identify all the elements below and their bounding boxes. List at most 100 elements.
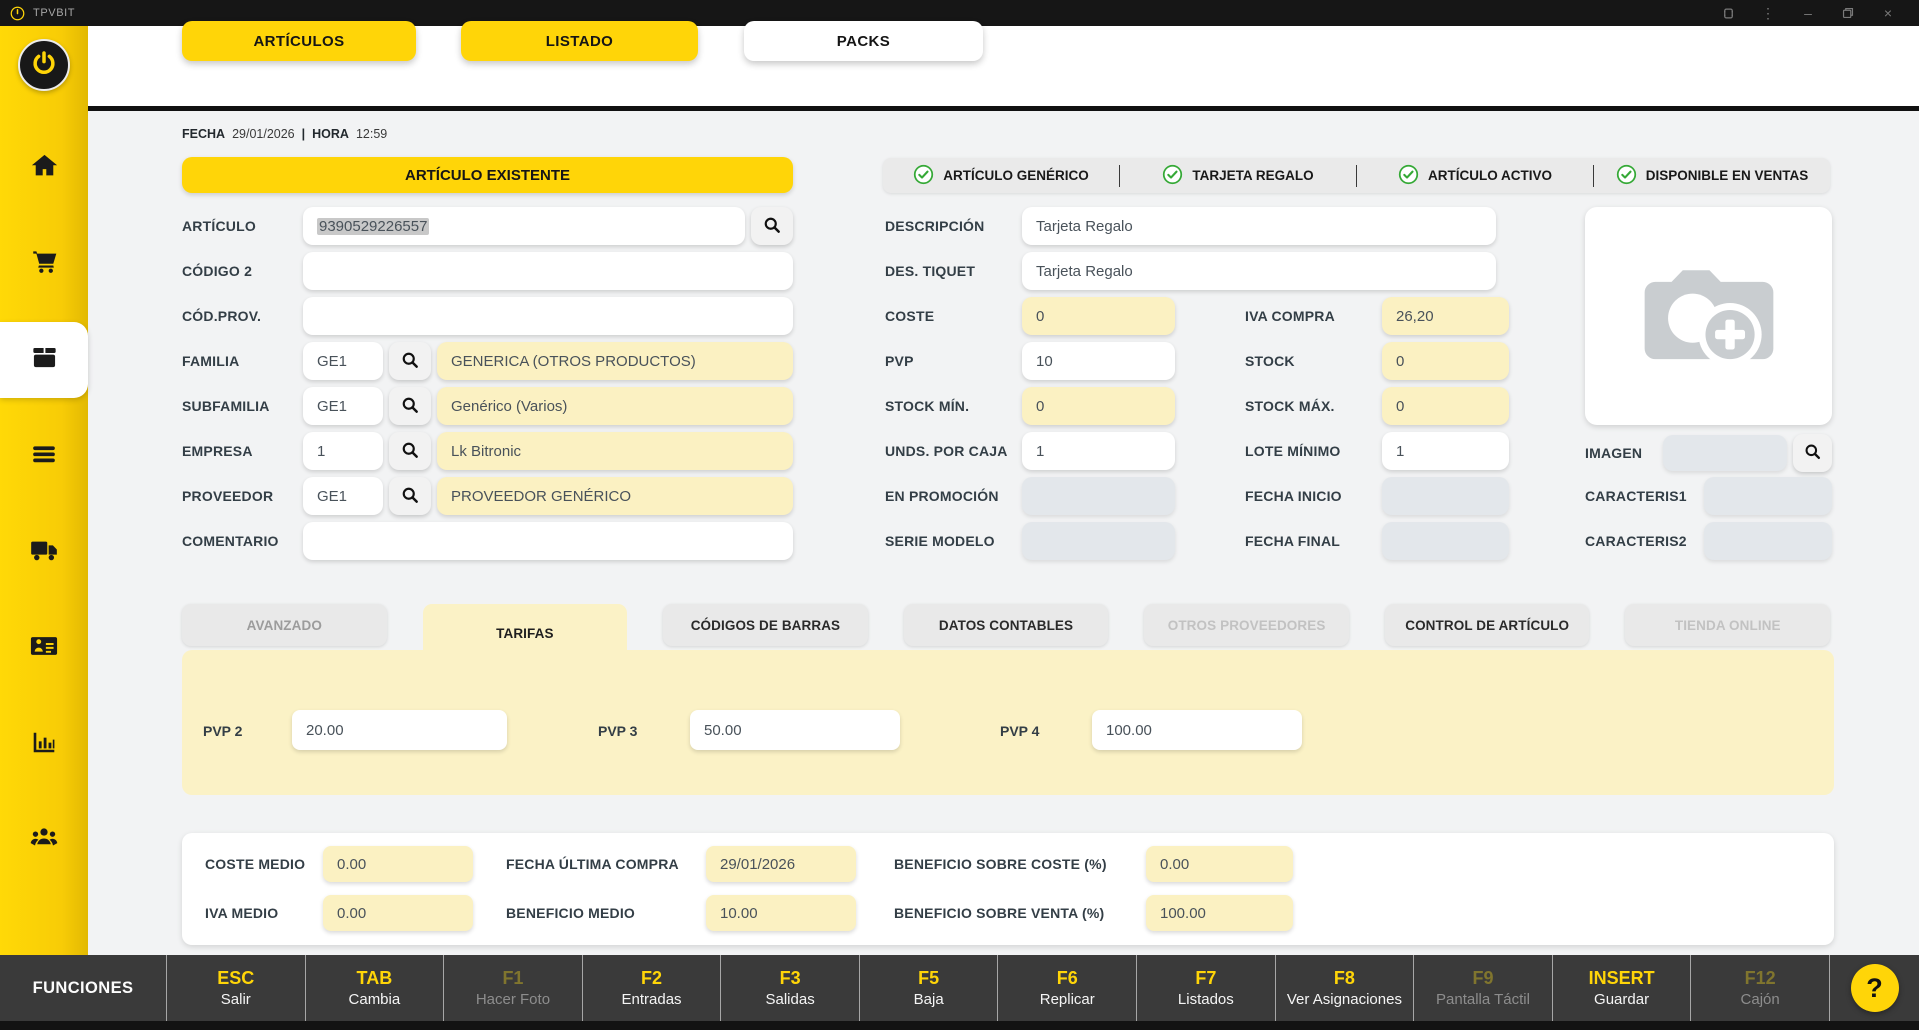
- articulo-input[interactable]: 9390529226557: [303, 207, 745, 245]
- hora-label: HORA: [312, 127, 349, 141]
- flag-tarjeta-regalo[interactable]: TARJETA REGALO: [1120, 164, 1356, 188]
- fn-esc-salir[interactable]: ESC Salir: [166, 955, 305, 1021]
- unds-lote-row: UNDS. POR CAJA LOTE MÍNIMO: [885, 432, 1509, 470]
- comentario-input[interactable]: [303, 522, 793, 560]
- subfamilia-desc-field[interactable]: [437, 387, 793, 425]
- beneficio-medio-input[interactable]: [706, 895, 856, 931]
- fn-tab-cambia[interactable]: TAB Cambia: [304, 955, 444, 1021]
- empresa-desc-field[interactable]: [437, 432, 793, 470]
- beneficio-sobre-coste-label: BENEFICIO SOBRE COSTE (%): [894, 856, 1107, 872]
- fn-f12-cajon[interactable]: F12 Cajón: [1690, 955, 1830, 1021]
- fn-f2-entradas[interactable]: F2 Entradas: [581, 955, 721, 1021]
- proveedor-code-input[interactable]: [303, 477, 383, 515]
- stock-min-max-row: STOCK MÍN. STOCK MÁX.: [885, 387, 1509, 425]
- sidebar-item-users[interactable]: [0, 802, 88, 878]
- articulo-search-button[interactable]: [751, 207, 793, 245]
- coste-input[interactable]: [1022, 297, 1175, 335]
- fn-f7-listados[interactable]: F7 Listados: [1136, 955, 1275, 1021]
- fn-f1-hacer-foto[interactable]: F1 Hacer Foto: [443, 955, 582, 1021]
- nav-articulos-button[interactable]: ARTÍCULOS: [182, 21, 416, 61]
- beneficio-sobre-venta-input[interactable]: [1146, 895, 1293, 931]
- fn-insert-guardar[interactable]: INSERT Guardar: [1551, 955, 1691, 1021]
- empresa-code-input[interactable]: [303, 432, 383, 470]
- descripcion-input[interactable]: [1022, 207, 1496, 245]
- lote-minimo-input[interactable]: [1382, 432, 1509, 470]
- fecha-ultima-compra-input[interactable]: [706, 846, 856, 882]
- codigo2-input[interactable]: [303, 252, 793, 290]
- close-button[interactable]: ×: [1873, 2, 1903, 24]
- article-flags-bar: ARTÍCULO GENÉRICO TARJETA REGALO ARTÍCUL…: [883, 158, 1830, 193]
- fn-label: Hacer Foto: [475, 990, 551, 1008]
- article-code-form: ARTÍCULO 9390529226557 CÓDIGO 2 CÓD.PROV…: [182, 207, 793, 567]
- sidebar-item-lists[interactable]: [0, 418, 88, 494]
- flag-articulo-generico[interactable]: ARTÍCULO GENÉRICO: [883, 164, 1119, 188]
- nav-listado-button[interactable]: LISTADO: [461, 21, 698, 61]
- fn-f9-pantalla-tactil[interactable]: F9 Pantalla Táctil: [1413, 955, 1552, 1021]
- tab-tarifas[interactable]: TARIFAS: [422, 604, 628, 662]
- tab-datos-contables[interactable]: DATOS CONTABLES: [903, 604, 1109, 646]
- subfamilia-search-button[interactable]: [389, 387, 431, 425]
- sidebar-item-reports[interactable]: [0, 706, 88, 782]
- flag-disponible-en-ventas[interactable]: DISPONIBLE EN VENTAS: [1594, 164, 1830, 188]
- subfamilia-code-input[interactable]: [303, 387, 383, 425]
- serie-modelo-input: [1022, 522, 1175, 560]
- caracteris2-input: [1704, 522, 1832, 560]
- en-promocion-label: EN PROMOCIÓN: [885, 488, 999, 504]
- proveedor-search-button[interactable]: [389, 477, 431, 515]
- sidebar-item-articles[interactable]: [0, 322, 88, 398]
- codprov-row: CÓD.PROV.: [182, 297, 793, 335]
- unds-caja-label: UNDS. POR CAJA: [885, 443, 1008, 459]
- imagen-search-button[interactable]: [1793, 434, 1832, 472]
- flag-articulo-activo[interactable]: ARTÍCULO ACTIVO: [1357, 164, 1593, 188]
- pvp4-input[interactable]: [1092, 710, 1302, 750]
- article-image-placeholder[interactable]: [1585, 207, 1832, 425]
- fn-f6-replicar[interactable]: F6 Replicar: [997, 955, 1136, 1021]
- sidebar-item-home[interactable]: [0, 130, 88, 206]
- menu-dots-icon[interactable]: ⋮: [1753, 2, 1783, 24]
- iva-compra-input[interactable]: [1382, 297, 1509, 335]
- minimize-button[interactable]: –: [1793, 2, 1823, 24]
- promocion-fecha-inicio-row: EN PROMOCIÓN FECHA INICIO: [885, 477, 1509, 515]
- beneficio-sobre-venta-label: BENEFICIO SOBRE VENTA (%): [894, 905, 1105, 921]
- function-keys: ESC Salir TAB Cambia F1 Hacer Foto F2 En…: [166, 955, 1830, 1021]
- fn-f5-baja[interactable]: F5 Baja: [858, 955, 998, 1021]
- help-button[interactable]: ?: [1850, 964, 1899, 1012]
- fn-key: F9: [1472, 967, 1494, 988]
- stock-input[interactable]: [1382, 342, 1509, 380]
- tab-otros-proveedores[interactable]: OTROS PROVEEDORES: [1144, 604, 1349, 646]
- unds-caja-input[interactable]: [1022, 432, 1175, 470]
- familia-desc-field[interactable]: [437, 342, 793, 380]
- stock-label: STOCK: [1245, 353, 1295, 369]
- sidebar-item-sales[interactable]: [0, 226, 88, 302]
- sidebar-item-clients[interactable]: [0, 610, 88, 686]
- tab-codigos-de-barras[interactable]: CÓDIGOS DE BARRAS: [663, 604, 868, 646]
- power-button[interactable]: [18, 39, 70, 91]
- fn-label: Salidas: [765, 990, 815, 1008]
- apps-icon[interactable]: [1713, 2, 1743, 24]
- sidebar-item-suppliers[interactable]: [0, 514, 88, 590]
- beneficio-sobre-coste-input[interactable]: [1146, 846, 1293, 882]
- iva-medio-input[interactable]: [323, 895, 473, 931]
- tab-control-de-articulo[interactable]: CONTROL DE ARTÍCULO: [1384, 604, 1590, 646]
- familia-code-input[interactable]: [303, 342, 383, 380]
- flag-label: ARTÍCULO GENÉRICO: [943, 168, 1089, 183]
- stock-max-input[interactable]: [1382, 387, 1509, 425]
- tab-tienda-online[interactable]: TIENDA ONLINE: [1625, 604, 1831, 646]
- des-tiquet-input[interactable]: [1022, 252, 1496, 290]
- coste-medio-input[interactable]: [323, 846, 473, 882]
- familia-search-button[interactable]: [389, 342, 431, 380]
- restore-button[interactable]: [1833, 2, 1863, 24]
- codprov-input[interactable]: [303, 297, 793, 335]
- help-area: ?: [1830, 955, 1919, 1021]
- pvp-input[interactable]: [1022, 342, 1175, 380]
- nav-packs-button[interactable]: PACKS: [744, 21, 983, 61]
- fn-f8-ver-asignaciones[interactable]: F8 Ver Asignaciones: [1274, 955, 1414, 1021]
- empresa-search-button[interactable]: [389, 432, 431, 470]
- stock-min-input[interactable]: [1022, 387, 1175, 425]
- tab-avanzado[interactable]: AVANZADO: [182, 604, 387, 646]
- proveedor-desc-field[interactable]: [437, 477, 793, 515]
- pvp2-input[interactable]: [292, 710, 507, 750]
- fn-f3-salidas[interactable]: F3 Salidas: [720, 955, 859, 1021]
- pvp3-input[interactable]: [690, 710, 900, 750]
- fn-label: Entradas: [621, 990, 682, 1008]
